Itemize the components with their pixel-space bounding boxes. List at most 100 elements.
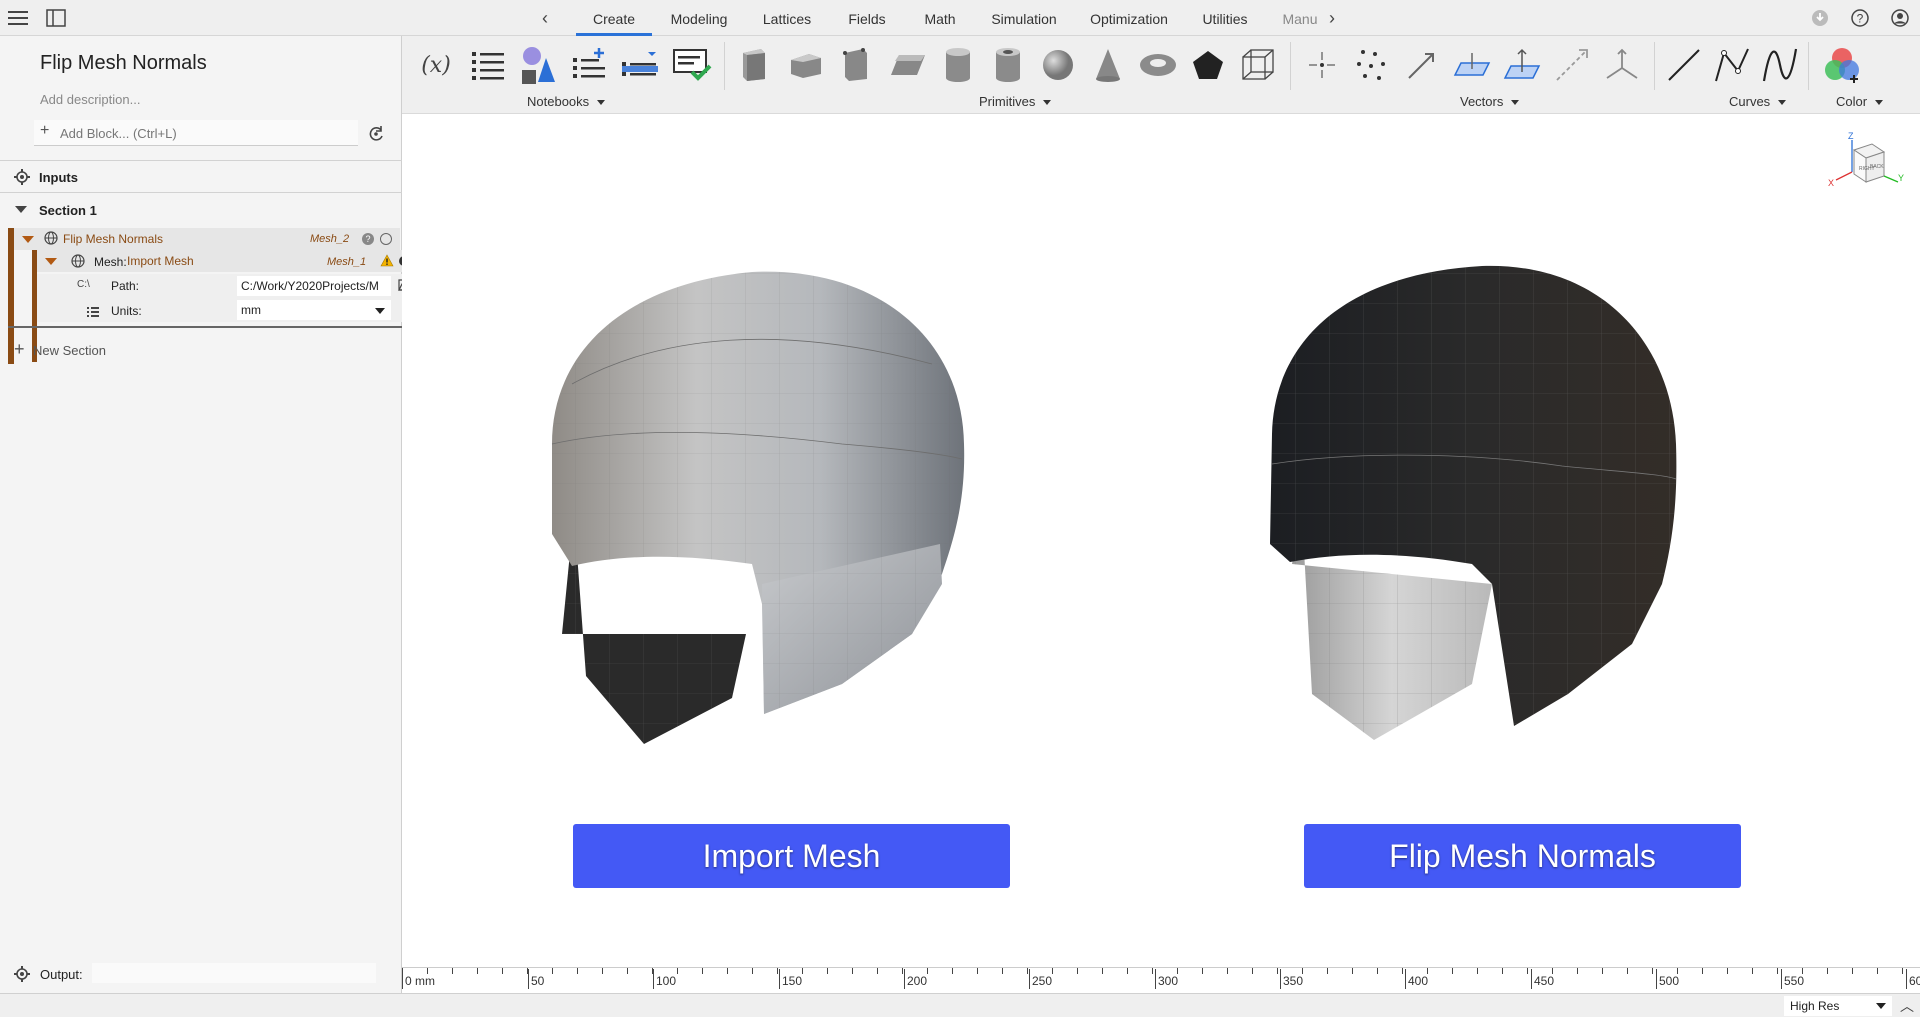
primitives-shapes-icon[interactable] (518, 44, 558, 86)
account-icon[interactable] (1888, 6, 1912, 30)
view-cube-icon[interactable]: RIGHT BACK Z X Y (1828, 130, 1908, 200)
tab-optimization[interactable]: Optimization (1088, 0, 1170, 36)
cube-icon[interactable] (734, 44, 774, 86)
polyline-icon[interactable] (1712, 44, 1752, 86)
spline-icon[interactable] (1760, 44, 1800, 86)
box-icon[interactable] (786, 44, 826, 86)
description-field[interactable]: Add description... (40, 92, 140, 107)
ruler-label: 250 (1029, 969, 1052, 989)
render-quality-value: High Res (1790, 999, 1840, 1013)
tab-create[interactable]: Create (576, 0, 652, 36)
units-select[interactable]: mm (237, 300, 391, 320)
download-icon[interactable] (1808, 6, 1832, 30)
point-icon[interactable] (1302, 44, 1342, 86)
checklist-icon[interactable] (672, 44, 712, 86)
sphere-icon[interactable] (1038, 44, 1078, 86)
cylinder-icon[interactable] (938, 44, 978, 86)
polygon-icon[interactable] (1188, 44, 1228, 86)
warning-icon[interactable] (380, 254, 394, 272)
bounding-box-icon[interactable] (1238, 44, 1278, 86)
notebook-title[interactable]: Flip Mesh Normals (40, 52, 207, 75)
curves-group[interactable]: Curves (1729, 94, 1787, 109)
plane-icon[interactable] (1452, 44, 1492, 86)
import-mesh-button[interactable]: Import Mesh (573, 824, 1010, 888)
gear-icon (14, 169, 30, 188)
top-bar: ‹ Create Modeling Lattices Fields Math S… (0, 0, 1920, 36)
ruler-label: 100 (653, 969, 676, 989)
line-icon[interactable] (1664, 44, 1704, 86)
new-section-button[interactable]: + New Section (0, 338, 402, 362)
add-list-icon[interactable] (570, 44, 610, 86)
globe-icon (71, 254, 85, 273)
flipped-mesh[interactable] (1262, 244, 1702, 884)
list-icon[interactable] (468, 44, 508, 86)
hollow-cylinder-icon[interactable] (988, 44, 1028, 86)
line-segment-icon[interactable] (1552, 44, 1592, 86)
ruler-label: 500 (1656, 969, 1679, 989)
list-dropdown-icon[interactable] (620, 44, 660, 86)
svg-text:?: ? (1857, 12, 1864, 26)
block-header[interactable]: Flip Mesh Normals Mesh_2 ? (14, 228, 400, 250)
collapse-icon[interactable] (22, 236, 34, 243)
globe-icon (44, 231, 58, 250)
tab-fields[interactable]: Fields (842, 0, 892, 36)
gear-icon (14, 966, 30, 987)
color-icon[interactable] (1822, 44, 1862, 86)
tab-manufacturing[interactable]: Manu (1282, 0, 1318, 36)
block-output-name[interactable]: Mesh_2 (310, 233, 349, 245)
inputs-label: Inputs (39, 170, 78, 185)
ruler-label: 400 (1405, 969, 1428, 989)
box-wireframe-icon[interactable] (836, 44, 876, 86)
path-input[interactable]: C:/Work/Y2020Projects/M (237, 276, 391, 296)
panel-toggle-icon[interactable] (44, 6, 68, 30)
color-group[interactable]: Color (1836, 94, 1884, 109)
chevron-up-icon[interactable]: ︿ (1898, 996, 1916, 1014)
tabs-scroll-left-icon[interactable]: ‹ (533, 6, 557, 30)
flip-mesh-normals-button[interactable]: Flip Mesh Normals (1304, 824, 1741, 888)
plus-icon: + (40, 122, 50, 139)
ruler-label: 200 (904, 969, 927, 989)
new-section-label: New Section (33, 343, 106, 358)
vectors-group[interactable]: Vectors (1460, 94, 1520, 109)
notebooks-group[interactable]: Notebooks (527, 94, 606, 109)
variable-icon[interactable]: (x) (416, 44, 456, 86)
inputs-row[interactable]: Inputs (0, 162, 402, 192)
units-value: mm (241, 303, 261, 317)
primitives-group[interactable]: Primitives (979, 94, 1052, 109)
chevron-down-icon (375, 308, 385, 314)
axes-icon[interactable] (1602, 44, 1642, 86)
ruler-label: 300 (1155, 969, 1178, 989)
imported-mesh[interactable] (542, 244, 982, 884)
status-circle-icon[interactable] (380, 233, 392, 245)
collapse-icon[interactable] (45, 258, 57, 265)
help-icon[interactable]: ? (362, 233, 374, 245)
tabs-scroll-right-icon[interactable]: › (1320, 6, 1344, 30)
render-quality-select[interactable]: High Res (1784, 996, 1892, 1016)
add-block-input[interactable]: + Add Block... (Ctrl+L) (34, 120, 358, 146)
tab-modeling[interactable]: Modeling (664, 0, 734, 36)
plane-normal-icon[interactable] (1502, 44, 1542, 86)
block-name: Flip Mesh Normals (63, 232, 164, 246)
point-cloud-icon[interactable] (1352, 44, 1392, 86)
mesh-input-row[interactable]: Mesh: Import Mesh Mesh_1 (37, 250, 420, 272)
tab-utilities[interactable]: Utilities (1196, 0, 1254, 36)
section-header[interactable]: Section 1 (0, 194, 402, 226)
tab-lattices[interactable]: Lattices (756, 0, 818, 36)
parallelepiped-icon[interactable] (888, 44, 928, 86)
tab-math[interactable]: Math (918, 0, 962, 36)
3d-viewport[interactable]: RIGHT BACK Z X Y Import Mesh Flip Mesh N… (402, 114, 1920, 967)
section-title: Section 1 (39, 203, 97, 218)
tab-simulation[interactable]: Simulation (986, 0, 1062, 36)
ruler-label: 0 mm (402, 969, 435, 989)
refresh-icon[interactable] (366, 124, 386, 144)
help-icon[interactable]: ? (1848, 6, 1872, 30)
output-bar: Output: (0, 955, 402, 991)
cone-icon[interactable] (1088, 44, 1128, 86)
collapse-icon[interactable] (15, 206, 27, 213)
mesh-output-name[interactable]: Mesh_1 (327, 256, 366, 268)
output-field[interactable] (92, 963, 376, 983)
torus-icon[interactable] (1138, 44, 1178, 86)
vector-icon[interactable] (1402, 44, 1442, 86)
ruler-label: 550 (1781, 969, 1804, 989)
menu-icon[interactable] (6, 6, 30, 30)
